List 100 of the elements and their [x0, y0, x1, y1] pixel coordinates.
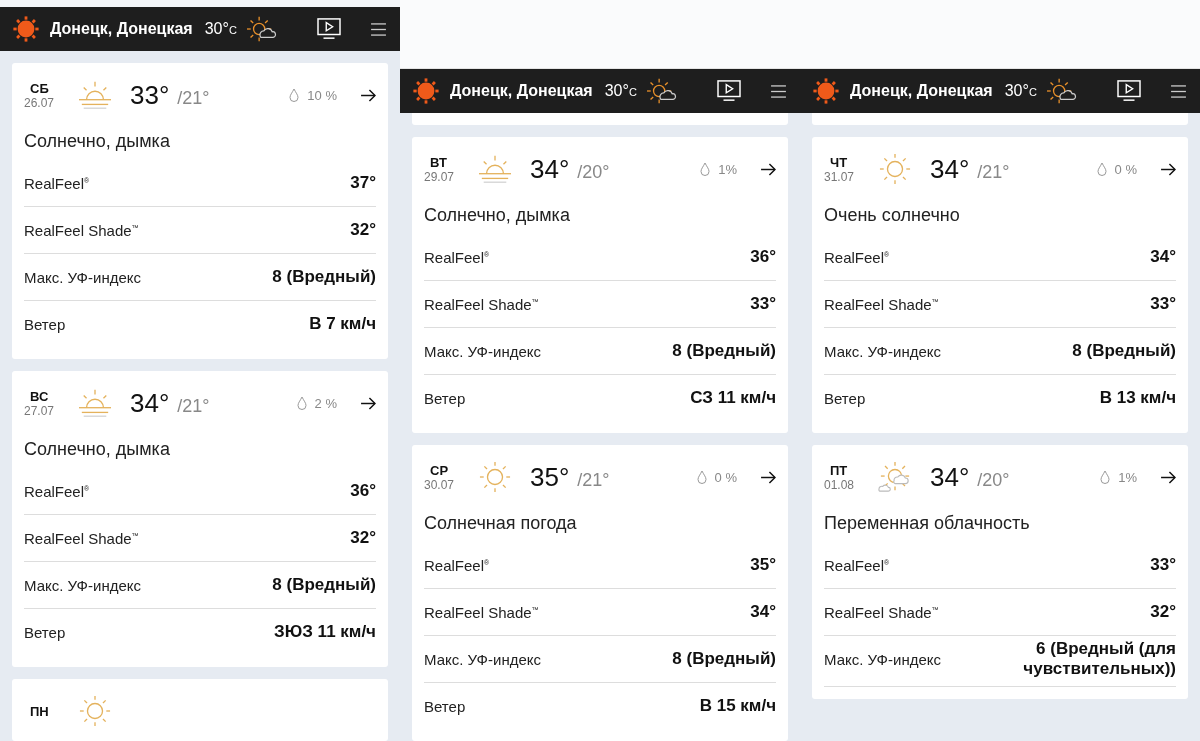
precipitation-chance: 1% [1118, 469, 1137, 485]
menu-icon[interactable] [371, 22, 386, 36]
low-temperature: /21° [977, 161, 1010, 183]
detail-label: Ветер [24, 623, 67, 641]
detail-label: Ветер [424, 389, 467, 407]
detail-value: 36° [350, 481, 376, 501]
location-name[interactable]: Донецк, Донецкая [50, 20, 193, 38]
drop-icon [696, 470, 707, 484]
weekday: ПН [30, 703, 50, 719]
drop-icon [296, 396, 307, 410]
precipitation-chance: 0 % [1114, 161, 1137, 177]
arrow-right-icon[interactable] [1161, 162, 1176, 176]
sun-cloud-icon [1044, 77, 1077, 105]
detail-label: Ветер [424, 697, 467, 715]
date: 26.07 [24, 95, 56, 110]
weather-condition: Солнечно, дымка [24, 131, 171, 152]
detail-value: В 15 км/ч [699, 696, 776, 716]
detail-label: RealFeel Shade$^{™}$ [824, 295, 940, 313]
detail-label: RealFeel$^{®}$ [24, 174, 91, 192]
detail-label: Макс. УФ-индекс [824, 342, 942, 360]
detail-value: 34° [1150, 247, 1176, 267]
location-name[interactable]: Донецк, Донецкая [850, 82, 993, 100]
sun-cloud-icon [644, 77, 677, 105]
detail-label: RealFeel$^{®}$ [824, 556, 891, 574]
sun-logo-icon [812, 77, 840, 105]
weekday: ВТ [430, 154, 448, 170]
arrow-right-icon[interactable] [761, 470, 776, 484]
hazy-sun-icon [76, 79, 114, 111]
forecast-card[interactable]: ВТ 29.07 34° /20° 1% Солнечно, дымка RealFeel$^{®}$ 36° RealFeel Shade$^{™}$ 33° Макс. УФ-индекс 8 (Вредный) Ветер СЗ 11 км/ч [412, 137, 788, 433]
detail-label: RealFeel Shade$^{™}$ [24, 529, 140, 547]
menu-icon[interactable] [771, 84, 786, 98]
drop-icon [1100, 470, 1111, 484]
current-temperature: 30°C [604, 82, 637, 100]
low-temperature: /21° [177, 87, 210, 109]
forecast-card[interactable]: ПТ 01.08 34° /20° 1% Переменная облачность RealFeel$^{®}$ 33° RealFeel Shade$^{™}$ 32° Макс. УФ-индекс 6 (Вредный (для чувствительных)) [812, 445, 1188, 699]
sun-logo-icon [412, 77, 440, 105]
detail-value: 32° [350, 220, 376, 240]
low-temperature: /21° [177, 395, 210, 417]
detail-label: Ветер [824, 389, 867, 407]
detail-label: Макс. УФ-индекс [824, 650, 942, 668]
weather-condition: Солнечная погода [424, 513, 578, 534]
date: 30.07 [424, 477, 456, 492]
hazy-sun-icon [476, 153, 514, 185]
detail-value: 8 (Вредный) [272, 267, 376, 287]
arrow-right-icon[interactable] [761, 162, 776, 176]
detail-label: RealFeel$^{®}$ [424, 248, 491, 266]
precipitation-chance: 1% [718, 161, 737, 177]
forecast-card[interactable]: ЧТ 31.07 34° /21° 0 % Очень солнечно RealFeel$^{®}$ 34° RealFeel Shade$^{™}$ 33° Макс. УФ-индекс 8 (Вредный) Ветер В 13 км/ч [812, 137, 1188, 433]
menu-icon[interactable] [1171, 84, 1186, 98]
date: 27.07 [24, 403, 56, 418]
detail-value: 32° [350, 528, 376, 548]
detail-label: Макс. УФ-индекс [424, 650, 542, 668]
detail-value: В 7 км/ч [309, 314, 376, 334]
forecast-card[interactable]: СБ 26.07 33° /21° 10 % Солнечно, дымка RealFeel$^{®}$ 37° RealFeel Shade$^{™}$ 32° Макс. УФ-индекс 8 (Вредный) Ветер В 7 км/ч [12, 63, 388, 359]
sun-logo-icon [12, 15, 40, 43]
weekday: ВС [30, 388, 50, 404]
detail-label: Макс. УФ-индекс [424, 342, 542, 360]
video-icon[interactable] [1117, 80, 1141, 102]
drop-icon [700, 162, 711, 176]
detail-value: ЗЮЗ 11 км/ч [274, 622, 376, 642]
location-name[interactable]: Донецк, Донецкая [450, 82, 593, 100]
date: 31.07 [824, 169, 856, 184]
detail-value: 8 (Вредный) [672, 341, 776, 361]
forecast-card[interactable]: ПН [12, 679, 388, 741]
detail-label: RealFeel Shade$^{™}$ [824, 603, 940, 621]
detail-value: 8 (Вредный) [272, 575, 376, 595]
detail-value: В 13 км/ч [1099, 388, 1176, 408]
detail-label: Ветер [24, 315, 67, 333]
arrow-right-icon[interactable] [361, 396, 376, 410]
forecast-card[interactable]: СР 30.07 35° /21° 0 % Солнечная погода RealFeel$^{®}$ 35° RealFeel Shade$^{™}$ 34° Макс. УФ-индекс 8 (Вредный) Ветер В 15 км/ч [412, 445, 788, 741]
weather-condition: Очень солнечно [824, 205, 961, 226]
forecast-card[interactable]: ВС 27.07 34° /21° 2 % Солнечно, дымка RealFeel$^{®}$ 36° RealFeel Shade$^{™}$ 32° Макс. УФ-индекс 8 (Вредный) Ветер ЗЮЗ 11 км/ч [12, 371, 388, 667]
arrow-right-icon[interactable] [361, 88, 376, 102]
detail-value: 35° [750, 555, 776, 575]
detail-value: 33° [750, 294, 776, 314]
detail-value: СЗ 11 км/ч [690, 388, 776, 408]
detail-value: 37° [350, 173, 376, 193]
date: 29.07 [424, 169, 456, 184]
high-temperature: 34° [130, 387, 170, 419]
sun-cloud-icon [244, 15, 277, 43]
current-temperature: 30°C [204, 20, 237, 38]
detail-label: RealFeel Shade$^{™}$ [424, 295, 540, 313]
video-icon[interactable] [717, 80, 741, 102]
detail-value: 32° [1150, 602, 1176, 622]
detail-value: 6 (Вредный (для чувствительных)) [1022, 639, 1176, 679]
high-temperature: 34° [530, 153, 570, 185]
weather-condition: Солнечно, дымка [424, 205, 571, 226]
weekday: ПТ [830, 462, 849, 478]
high-temperature: 34° [930, 153, 970, 185]
high-temperature: 34° [930, 461, 970, 493]
low-temperature: /20° [577, 161, 610, 183]
detail-label: RealFeel$^{®}$ [824, 248, 891, 266]
detail-label: Макс. УФ-индекс [24, 576, 142, 594]
weather-condition: Солнечно, дымка [24, 439, 171, 460]
low-temperature: /20° [977, 469, 1010, 491]
detail-value: 36° [750, 247, 776, 267]
detail-label: RealFeel$^{®}$ [424, 556, 491, 574]
video-icon[interactable] [317, 18, 341, 40]
precipitation-chance: 10 % [307, 87, 337, 103]
arrow-right-icon[interactable] [1161, 470, 1176, 484]
